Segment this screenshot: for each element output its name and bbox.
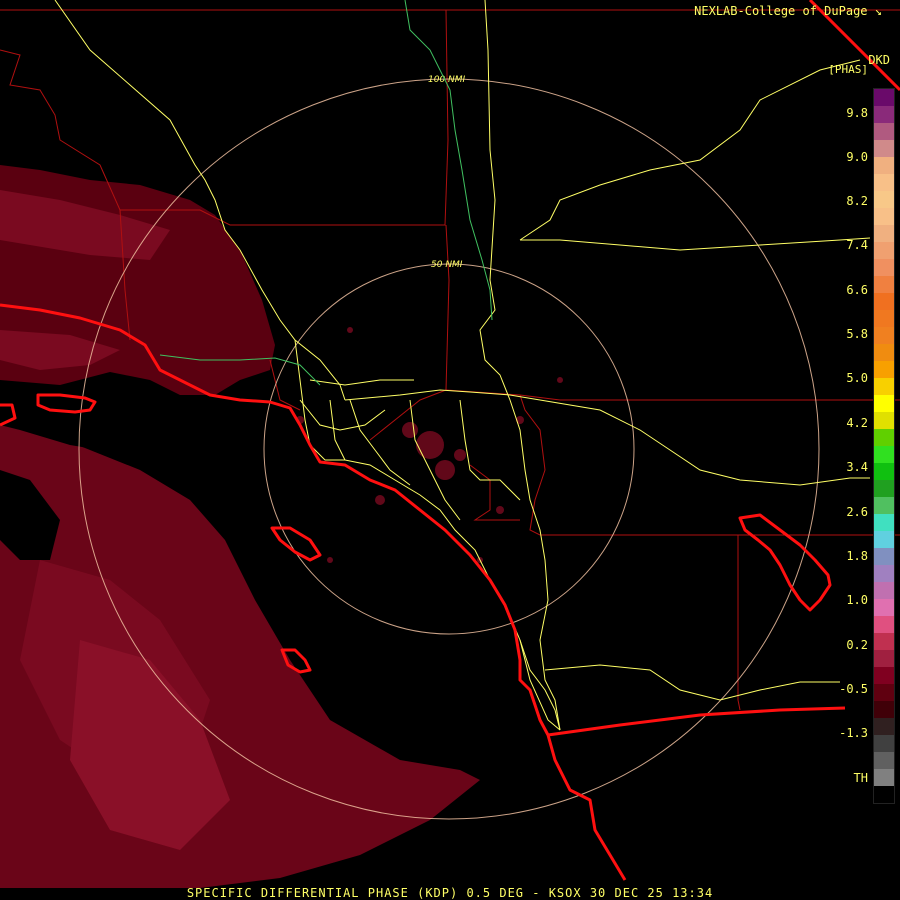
ring-label-50: 50 NMI [431,260,463,270]
credit-text: NEXLAB-College of DuPage [694,4,868,18]
colorbar-swatch [874,497,894,514]
cb-label-neg-1-3: -1.3 [839,726,868,740]
cb-label-4-2: 4.2 [846,416,868,430]
colorbar-swatch [874,276,894,293]
cb-label-5-8: 5.8 [846,327,868,341]
colorbar-swatch [874,344,894,361]
colorbar-swatch [874,327,894,344]
clutter-speckle [296,327,563,563]
cb-label-neg-0-5: -0.5 [839,682,868,696]
colorbar-swatch [874,735,894,752]
colorbar-swatch [874,242,894,259]
cb-label-1-0: 1.0 [846,593,868,607]
colorbar-swatch [874,361,894,378]
colorbar-swatch [874,786,894,803]
colorbar-swatch [874,650,894,667]
colorbar-swatch [874,208,894,225]
product-code: DKD [868,53,890,67]
colorbar-swatch [874,157,894,174]
island-3 [270,526,322,562]
cb-label-th: TH [853,771,868,785]
colorbar-swatch [874,701,894,718]
colorbar-swatch [874,225,894,242]
colorbar-swatch [874,89,894,106]
colorbar-swatch [874,752,894,769]
colorbar-swatch [874,140,894,157]
colorbar-swatch [874,191,894,208]
colorbar-swatch [874,310,894,327]
colorbar-swatch [874,514,894,531]
cb-label-9-0: 9.0 [846,150,868,164]
colorbar-swatch [874,531,894,548]
colorbar-swatch [874,429,894,446]
colorbar-swatch [874,633,894,650]
colorbar-swatch [874,446,894,463]
cb-label-3-4: 3.4 [846,460,868,474]
cb-label-9-8: 9.8 [846,106,868,120]
colorbar-swatch [874,582,894,599]
credit-label: NEXLAB-College of DuPage ↘ [694,4,882,18]
colorbar-swatch [874,123,894,140]
cb-label-7-4: 7.4 [846,238,868,252]
cb-label-1-8: 1.8 [846,549,868,563]
colorbar-swatch [874,565,894,582]
colorbar-swatch [874,616,894,633]
cb-label-0-2: 0.2 [846,638,868,652]
colorbar-swatch [874,480,894,497]
colorbar-swatch [874,395,894,412]
product-footer: SPECIFIC DIFFERENTIAL PHASE (KDP) 0.5 DE… [186,886,714,900]
colorbar-swatch [874,293,894,310]
cb-label-2-6: 2.6 [846,505,868,519]
colorbar-swatch [874,463,894,480]
colorbar-swatch [874,412,894,429]
salton-outline [738,513,832,612]
colorbar-swatch [874,106,894,123]
color-scale-bar [873,88,895,804]
cb-label-5-0: 5.0 [846,371,868,385]
cb-label-6-6: 6.6 [846,283,868,297]
colorbar-swatch [874,769,894,786]
ring-50-nmi [263,263,635,635]
colorbar-swatch [874,718,894,735]
colorbar-swatch [874,599,894,616]
colorbar-swatch [874,548,894,565]
colorbar-swatch [874,174,894,191]
colorbar-swatch [874,684,894,701]
colorbar-swatch [874,667,894,684]
radar-map: 100 NMI 50 NMI [0,0,900,888]
cb-label-8-2: 8.2 [846,194,868,208]
unit-label: [PHAS] [828,63,868,76]
colorbar-swatch [874,378,894,395]
colorbar-swatch [874,259,894,276]
nexlab-arrow-icon: ↘ [874,4,882,18]
